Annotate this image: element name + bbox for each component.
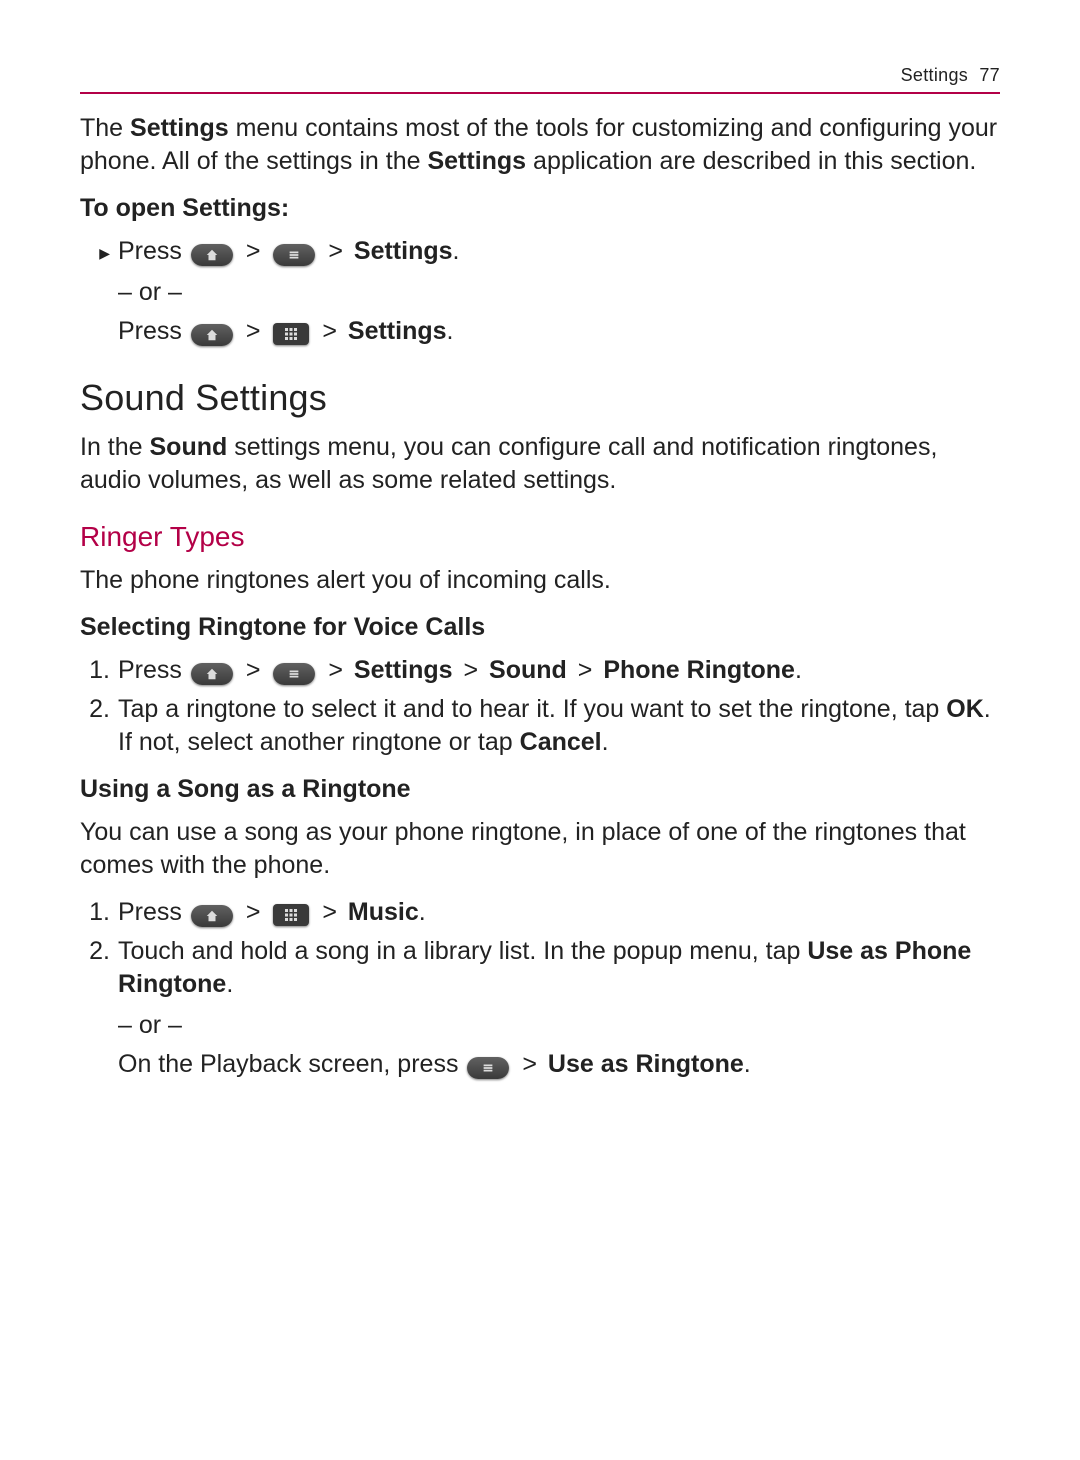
menu-key-icon xyxy=(467,1057,509,1079)
open-or: – or – xyxy=(80,276,1000,309)
menu-key-icon xyxy=(273,663,315,685)
open-step-2: Press > > Settings. xyxy=(80,315,1000,348)
manual-page: Settings 77 The Settings menu contains m… xyxy=(0,0,1080,1167)
sel-step-2: 2. Tap a ringtone to select it and to he… xyxy=(80,693,1000,759)
heading-ringer-types: Ringer Types xyxy=(80,519,1000,556)
section-name: Settings xyxy=(901,65,968,85)
subhead-selecting-ringtone: Selecting Ringtone for Voice Calls xyxy=(80,611,1000,644)
ringer-lead: The phone ringtones alert you of incomin… xyxy=(80,564,1000,597)
song-ringtone-steps: 1. Press > > Music. 2. xyxy=(80,896,1000,1001)
page-number: 77 xyxy=(979,65,1000,85)
open-settings-steps: Press > > Settings. xyxy=(80,235,1000,268)
apps-grid-icon xyxy=(273,904,309,926)
song-step-1: 1. Press > > Music. xyxy=(80,896,1000,929)
bullet-triangle-icon xyxy=(80,235,118,268)
sound-intro: In the Sound settings menu, you can conf… xyxy=(80,431,1000,497)
song-step-2: 2. Touch and hold a song in a library li… xyxy=(80,935,1000,1001)
select-ringtone-steps: 1. Press > > Settings > Sound > Phone Ri… xyxy=(80,654,1000,759)
subhead-song-ringtone: Using a Song as a Ringtone xyxy=(80,773,1000,806)
home-key-icon xyxy=(191,324,233,346)
apps-grid-icon xyxy=(273,323,309,345)
menu-key-icon xyxy=(273,244,315,266)
sel-step-1: 1. Press > > Settings > Sound > Phone Ri… xyxy=(80,654,1000,687)
header-rule xyxy=(80,92,1000,94)
home-key-icon xyxy=(191,244,233,266)
home-key-icon xyxy=(191,663,233,685)
home-key-icon xyxy=(191,905,233,927)
song-or: – or – xyxy=(80,1009,1000,1042)
song-lead: You can use a song as your phone rington… xyxy=(80,816,1000,882)
open-step-1: Press > > Settings. xyxy=(80,235,1000,268)
running-header: Settings 77 xyxy=(80,64,1000,88)
heading-sound-settings: Sound Settings xyxy=(80,374,1000,422)
song-playback-line: On the Playback screen, press > Use as R… xyxy=(80,1048,1000,1081)
intro-paragraph: The Settings menu contains most of the t… xyxy=(80,112,1000,178)
subhead-open-settings: To open Settings: xyxy=(80,192,1000,225)
